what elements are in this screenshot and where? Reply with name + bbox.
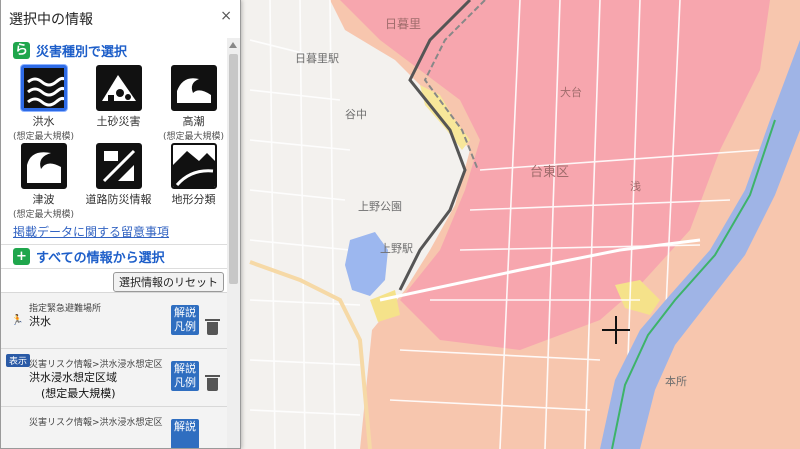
trash-icon[interactable]	[205, 319, 220, 335]
layer-item: 災害リスク情報>洪水浸水想定区 解説	[1, 406, 228, 448]
layer-title: 災害リスク情報>洪水浸水想定区	[29, 418, 163, 428]
layer-sub: (想定最大規模)	[41, 387, 116, 400]
layer-title: 災害リスク情報>洪水浸水想定区	[29, 360, 163, 370]
explanation-label: 解説	[174, 306, 196, 319]
back-arrow-icon: ら	[13, 41, 30, 59]
selected-info-panel: 選択中の情報 × ら 災害種別で選択 洪水 (想定最大規模) 土砂災害 高潮 (…	[0, 0, 241, 449]
trash-icon[interactable]	[205, 375, 220, 391]
close-icon[interactable]: ×	[220, 8, 232, 24]
hazard-tsunami-sub: (想定最大規模)	[12, 210, 75, 220]
tsunami-icon[interactable]	[20, 143, 67, 189]
panel-title: 選択中の情報	[9, 12, 93, 28]
data-notes-link[interactable]: 掲載データに関する留意事項	[13, 223, 228, 240]
hazard-type-section-label: 災害種別で選択	[36, 44, 128, 60]
layer-name: 洪水	[29, 315, 51, 328]
map-label-yanaka: 谷中	[345, 108, 367, 121]
scroll-up-icon[interactable]	[229, 42, 237, 48]
terrain-icon[interactable]	[170, 143, 217, 189]
layer-item: 🏃 指定緊急避難場所 洪水 解説 凡例	[1, 292, 228, 348]
hazard-landslide[interactable]: 土砂災害	[81, 65, 156, 141]
visible-badge[interactable]: 表示	[6, 354, 31, 367]
hazard-type-section-title[interactable]: ら 災害種別で選択	[1, 38, 228, 62]
hazard-storm-surge-sub: (想定最大規模)	[162, 132, 225, 142]
hazard-road[interactable]: 道路防災情報	[81, 143, 156, 219]
reset-row: 選択情報のリセット	[1, 268, 228, 292]
hazard-terrain[interactable]: 地形分類	[156, 143, 231, 219]
hazard-terrain-label: 地形分類	[171, 193, 216, 206]
hazard-flood[interactable]: 洪水 (想定最大規模)	[6, 65, 81, 142]
map-label-nippori-station: 日暮里駅	[295, 51, 339, 65]
evacuation-person-icon: 🏃	[11, 315, 24, 326]
layer-title: 指定緊急避難場所	[29, 304, 102, 314]
map-label-ueno-station: 上野駅	[380, 242, 413, 255]
map-label-taito-ku: 台東区	[530, 164, 569, 180]
reset-selection-button[interactable]: 選択情報のリセット	[113, 272, 224, 292]
map-label-nippori: 日暮里	[385, 17, 421, 31]
map-label-ueno-park: 上野公園	[358, 200, 402, 213]
hazard-flood-sub: (想定最大規模)	[12, 132, 75, 142]
legend-label: 凡例	[174, 376, 196, 389]
hazard-tsunami-label: 津波	[32, 193, 55, 206]
hazard-type-grid: 洪水 (想定最大規模) 土砂災害 高潮 (想定最大規模) 津波 (想定最大規模)…	[1, 65, 231, 220]
map-label-daito: 大台	[560, 85, 582, 99]
plus-icon: +	[13, 248, 30, 265]
hazard-storm-surge-label: 高潮	[182, 115, 205, 128]
crosshair-icon	[602, 316, 630, 344]
hazard-flood-label: 洪水	[32, 115, 55, 128]
explanation-label: 解説	[174, 420, 196, 433]
map-label-asakusa: 浅	[630, 180, 641, 193]
flood-icon[interactable]	[20, 65, 67, 111]
hazard-road-label: 道路防災情報	[85, 193, 152, 206]
all-info-section-title[interactable]: + すべての情報から選択	[1, 244, 228, 268]
all-info-section-label: すべての情報から選択	[36, 251, 165, 266]
road-disaster-icon[interactable]	[95, 143, 142, 189]
hazard-tsunami[interactable]: 津波 (想定最大規模)	[6, 143, 81, 220]
explanation-label: 解説	[174, 362, 196, 375]
explanation-legend-button[interactable]: 解説 凡例	[171, 305, 199, 335]
storm-surge-icon[interactable]	[170, 65, 217, 111]
panel-scrollbar[interactable]	[227, 38, 240, 448]
layer-name: 洪水浸水想定区域	[29, 371, 117, 384]
landslide-icon[interactable]	[95, 65, 142, 111]
panel-body: ら 災害種別で選択 洪水 (想定最大規模) 土砂災害 高潮 (想定最大規模) 津…	[1, 38, 231, 448]
layer-item: 表示 災害リスク情報>洪水浸水想定区 洪水浸水想定区域 (想定最大規模) 解説 …	[1, 348, 228, 406]
map-label-honjo: 本所	[665, 374, 687, 388]
scroll-thumb[interactable]	[229, 54, 238, 284]
hazard-storm-surge[interactable]: 高潮 (想定最大規模)	[156, 65, 231, 142]
explanation-legend-button[interactable]: 解説 凡例	[171, 361, 199, 391]
hazard-landslide-label: 土砂災害	[96, 115, 141, 128]
explanation-legend-button[interactable]: 解説	[171, 419, 199, 448]
legend-label: 凡例	[174, 320, 196, 333]
